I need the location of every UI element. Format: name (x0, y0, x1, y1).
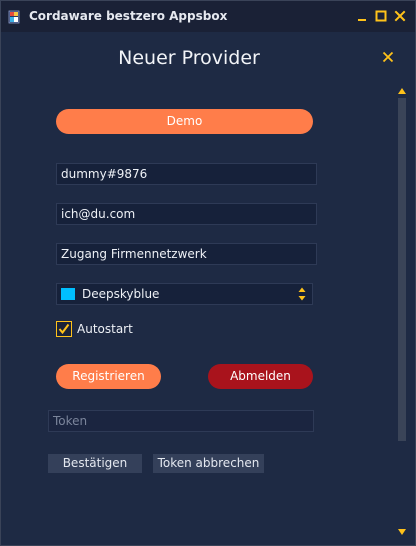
color-select-label: Deepskyblue (82, 287, 160, 301)
app-window: Cordaware bestzero Appsbox Neuer Provide… (0, 0, 416, 546)
email-field[interactable]: ich@du.com (56, 203, 317, 225)
close-icon[interactable] (393, 9, 407, 23)
autostart-checkbox[interactable] (56, 321, 72, 337)
demo-button[interactable]: Demo (56, 109, 313, 134)
title-bar[interactable]: Cordaware bestzero Appsbox (1, 1, 415, 32)
token-input[interactable]: Token (48, 410, 314, 432)
minimize-icon[interactable] (355, 9, 369, 23)
caret-up-icon[interactable] (397, 87, 407, 95)
caret-down-icon[interactable] (397, 528, 407, 536)
autostart-label: Autostart (77, 322, 133, 336)
app-logo-icon (8, 10, 20, 24)
confirm-button[interactable]: Bestätigen (48, 454, 142, 473)
username-field[interactable]: dummy#9876 (56, 163, 317, 185)
logout-button[interactable]: Abmelden (208, 364, 313, 389)
maximize-icon[interactable] (374, 9, 388, 23)
description-field[interactable]: Zugang Firmennetzwerk (56, 243, 317, 265)
color-select[interactable]: Deepskyblue (56, 283, 313, 305)
register-button[interactable]: Registrieren (56, 364, 161, 389)
window-title: Cordaware bestzero Appsbox (29, 9, 228, 23)
up-down-arrows-icon[interactable] (298, 287, 306, 301)
checkmark-icon (58, 323, 70, 335)
abort-token-button[interactable]: Token abbrechen (153, 454, 264, 473)
color-swatch (61, 288, 75, 300)
scrollbar-thumb[interactable] (398, 98, 406, 441)
dialog-title: Neuer Provider (118, 47, 260, 69)
close-x-icon[interactable] (382, 51, 394, 63)
